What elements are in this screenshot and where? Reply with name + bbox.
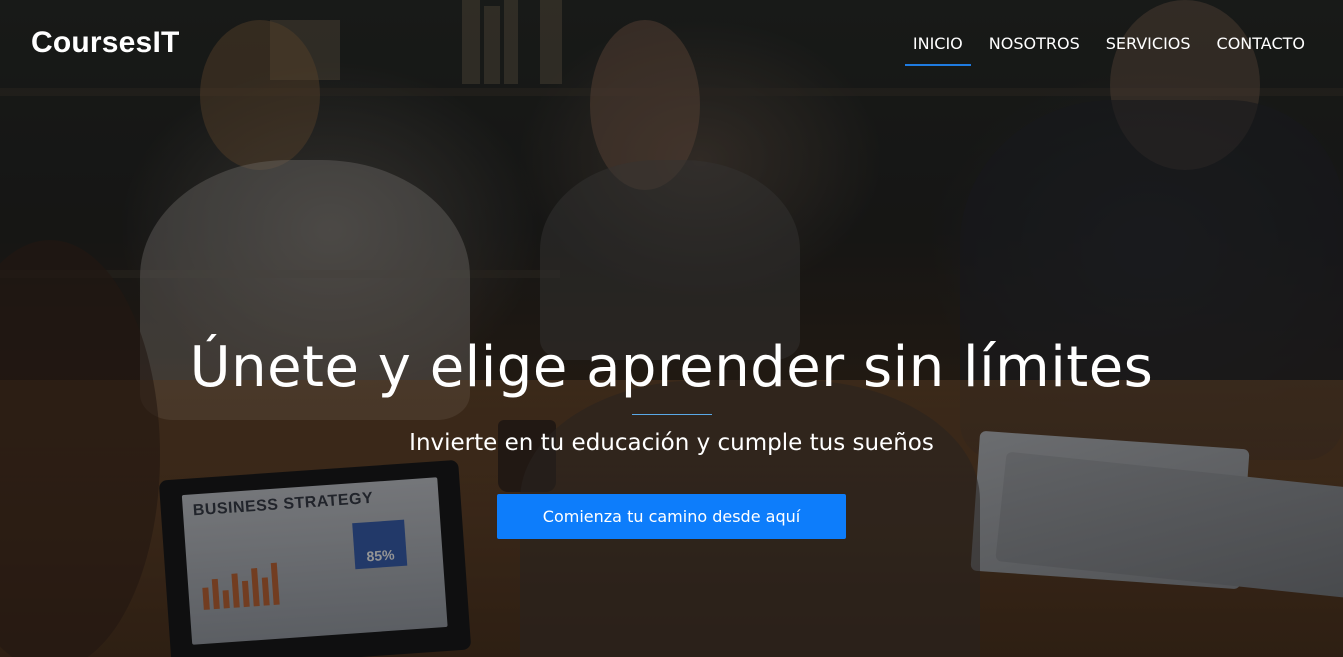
brand-logo[interactable]: CoursesIT xyxy=(31,26,180,60)
nav-item-servicios[interactable]: SERVICIOS xyxy=(1106,34,1191,66)
hero-subtitle: Invierte en tu educación y cumple tus su… xyxy=(409,430,934,456)
nav-item-nosotros[interactable]: NOSOTROS xyxy=(989,34,1080,66)
cta-button[interactable]: Comienza tu camino desde aquí xyxy=(497,494,846,539)
hero-title: Únete y elige aprender sin límites xyxy=(189,335,1154,400)
main-nav: INICIO NOSOTROS SERVICIOS CONTACTO xyxy=(887,34,1305,66)
nav-item-inicio[interactable]: INICIO xyxy=(904,34,971,66)
nav-item-contacto[interactable]: CONTACTO xyxy=(1217,34,1305,66)
hero-dark-overlay xyxy=(0,0,1343,657)
hero-section: BUSINESS STRATEGY 85% CoursesIT INICIO N… xyxy=(0,0,1343,657)
hero-divider xyxy=(632,414,712,415)
